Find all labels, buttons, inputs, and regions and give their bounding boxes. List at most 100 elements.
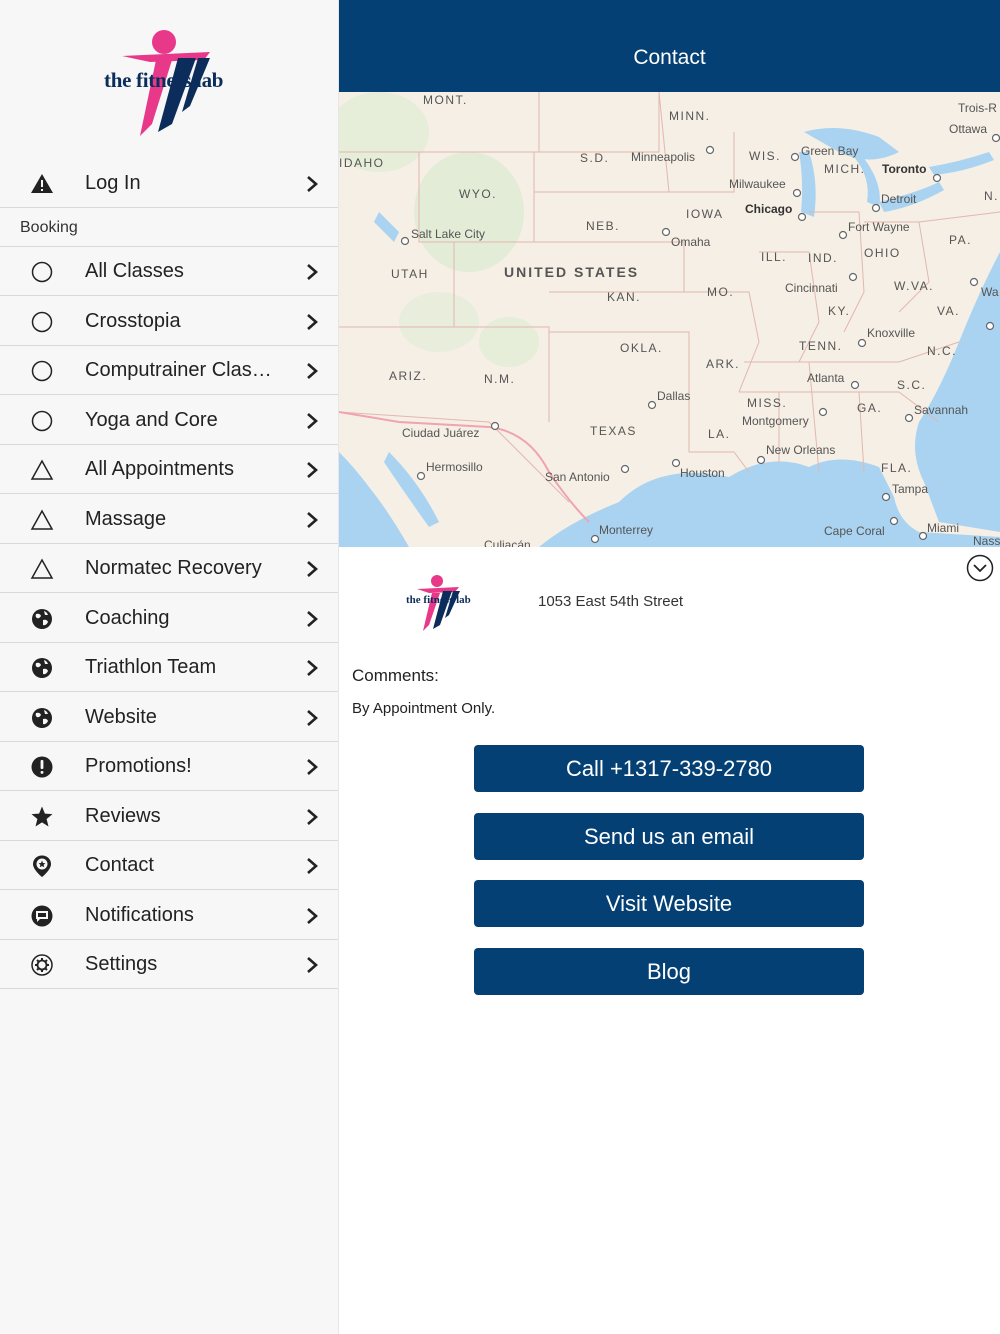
sidebar-item-yoga-and-core[interactable]: Yoga and Core — [0, 395, 338, 445]
svg-text:Green Bay: Green Bay — [801, 144, 858, 158]
star-icon — [31, 806, 53, 826]
sidebar-item-notifications[interactable]: Notifications — [0, 890, 338, 940]
svg-text:IDAHO: IDAHO — [339, 156, 385, 170]
chevron-right-icon — [307, 176, 318, 192]
chevron-right-icon — [307, 858, 318, 874]
svg-text:TEXAS: TEXAS — [590, 424, 637, 438]
svg-text:MICH.: MICH. — [824, 162, 866, 176]
circle-outline-icon — [31, 261, 53, 283]
sidebar-item-coaching[interactable]: Coaching — [0, 593, 338, 643]
sidebar-item-label: Yoga and Core — [85, 408, 218, 431]
svg-text:NEB.: NEB. — [586, 219, 620, 233]
sidebar-item-reviews[interactable]: Reviews — [0, 791, 338, 841]
sidebar-item-promotions[interactable]: Promotions! — [0, 742, 338, 791]
svg-text:TENN.: TENN. — [799, 339, 843, 353]
sidebar-item-computrainer-clas[interactable]: Computrainer Clas… — [0, 346, 338, 395]
chevron-right-icon — [307, 462, 318, 478]
triangle-outline-icon — [30, 508, 54, 530]
svg-text:Culiacán: Culiacán — [484, 538, 531, 547]
chevron-right-icon — [307, 709, 318, 726]
sidebar-item-label: Crosstopia — [85, 309, 181, 332]
page-title: Contact — [633, 46, 706, 69]
collapse-map-button[interactable] — [966, 554, 994, 582]
svg-text:MO.: MO. — [707, 285, 734, 299]
sidebar: the fitness lab Log In Booking All Class… — [0, 0, 339, 1334]
chat-bubble-icon — [31, 905, 53, 926]
chevron-right-icon — [307, 610, 318, 627]
sidebar-item-label: Triathlon Team — [85, 656, 217, 678]
top-header: Contact — [339, 0, 1000, 92]
sidebar-item-normatec-recovery[interactable]: Normatec Recovery — [0, 544, 338, 593]
sidebar-item-label: Website — [85, 705, 157, 728]
sidebar-item-label: Promotions! — [85, 755, 192, 777]
sidebar-item-settings[interactable]: Settings — [0, 940, 338, 989]
svg-text:PA.: PA. — [949, 233, 972, 247]
svg-text:Salt Lake City: Salt Lake City — [411, 227, 485, 241]
sidebar-item-crosstopia[interactable]: Crosstopia — [0, 296, 338, 346]
sidebar-item-contact[interactable]: Contact — [0, 841, 338, 890]
svg-text:San Antonio: San Antonio — [545, 470, 610, 484]
call-button[interactable]: Call +1317-339-2780 — [474, 745, 864, 792]
circle-outline-icon — [31, 360, 53, 382]
sidebar-item-all-classes[interactable]: All Classes — [0, 247, 338, 296]
globe-icon — [32, 608, 52, 629]
sidebar-item-all-appointments[interactable]: All Appointments — [0, 445, 338, 494]
email-button[interactable]: Send us an email — [474, 813, 864, 860]
svg-text:MINN.: MINN. — [669, 109, 711, 123]
chevron-right-icon — [307, 808, 318, 825]
business-address: 1053 East 54th Street — [538, 593, 684, 610]
sidebar-item-website[interactable]: Website — [0, 692, 338, 742]
svg-text:S.D.: S.D. — [580, 151, 609, 165]
chevron-right-icon — [307, 264, 318, 280]
sidebar-item-label: Computrainer Clas… — [85, 359, 272, 381]
sidebar-item-label: Notifications — [85, 903, 194, 926]
svg-text:WIS.: WIS. — [749, 149, 781, 163]
sidebar-item-label: All Appointments — [85, 458, 234, 480]
sidebar-item-label: Normatec Recovery — [85, 557, 262, 579]
svg-text:WYO.: WYO. — [459, 187, 497, 201]
svg-text:Toronto: Toronto — [882, 162, 926, 176]
svg-text:LA.: LA. — [708, 427, 731, 441]
sidebar-item-label: Contact — [85, 854, 154, 876]
triangle-outline-icon — [30, 459, 54, 480]
globe-icon — [32, 707, 52, 728]
svg-text:Miami: Miami — [927, 521, 959, 535]
chevron-right-icon — [307, 313, 318, 330]
app-logo: the fitness lab — [100, 24, 245, 140]
svg-text:VA.: VA. — [937, 304, 960, 318]
map-view[interactable]: MONT. IDAHO WYO. UTAH S.D. NEB. KAN. MIN… — [339, 92, 1000, 547]
sidebar-item-triathlon-team[interactable]: Triathlon Team — [0, 643, 338, 692]
sidebar-item-label: Coaching — [85, 606, 170, 629]
map-pin-icon — [33, 855, 51, 877]
svg-text:Knoxville: Knoxville — [867, 326, 915, 340]
svg-text:N.M.: N.M. — [484, 372, 515, 386]
svg-text:IOWA: IOWA — [686, 207, 724, 221]
svg-text:OHIO: OHIO — [864, 246, 901, 260]
svg-text:Omaha: Omaha — [671, 235, 711, 249]
svg-text:Atlanta: Atlanta — [807, 371, 845, 385]
chevron-right-icon — [307, 660, 318, 676]
sidebar-item-login[interactable]: Log In — [0, 159, 338, 208]
business-logo: the fitness lab — [403, 573, 478, 633]
chevron-right-icon — [307, 412, 318, 429]
svg-text:UNITED STATES: UNITED STATES — [504, 264, 639, 280]
sidebar-item-massage[interactable]: Massage — [0, 494, 338, 544]
sidebar-item-label: Massage — [85, 507, 167, 530]
sidebar-item-label: Reviews — [85, 804, 161, 827]
svg-text:Trois-R: Trois-R — [958, 101, 997, 115]
comments-text: By Appointment Only. — [352, 700, 496, 717]
svg-text:Minneapolis: Minneapolis — [631, 150, 695, 164]
chevron-right-icon — [307, 957, 318, 973]
svg-text:S.C.: S.C. — [897, 378, 926, 392]
svg-text:Cincinnati: Cincinnati — [785, 281, 838, 295]
chevron-right-icon — [307, 511, 318, 528]
chevron-right-icon — [307, 363, 318, 379]
visit-website-button[interactable]: Visit Website — [474, 880, 864, 927]
svg-text:Nass: Nass — [973, 534, 1000, 547]
svg-text:Chicago: Chicago — [745, 202, 792, 216]
svg-text:KY.: KY. — [828, 304, 850, 318]
exclamation-circle-icon — [31, 756, 53, 778]
svg-text:MISS.: MISS. — [747, 396, 787, 410]
blog-button[interactable]: Blog — [474, 948, 864, 995]
sidebar-item-label: Log In — [85, 172, 141, 194]
